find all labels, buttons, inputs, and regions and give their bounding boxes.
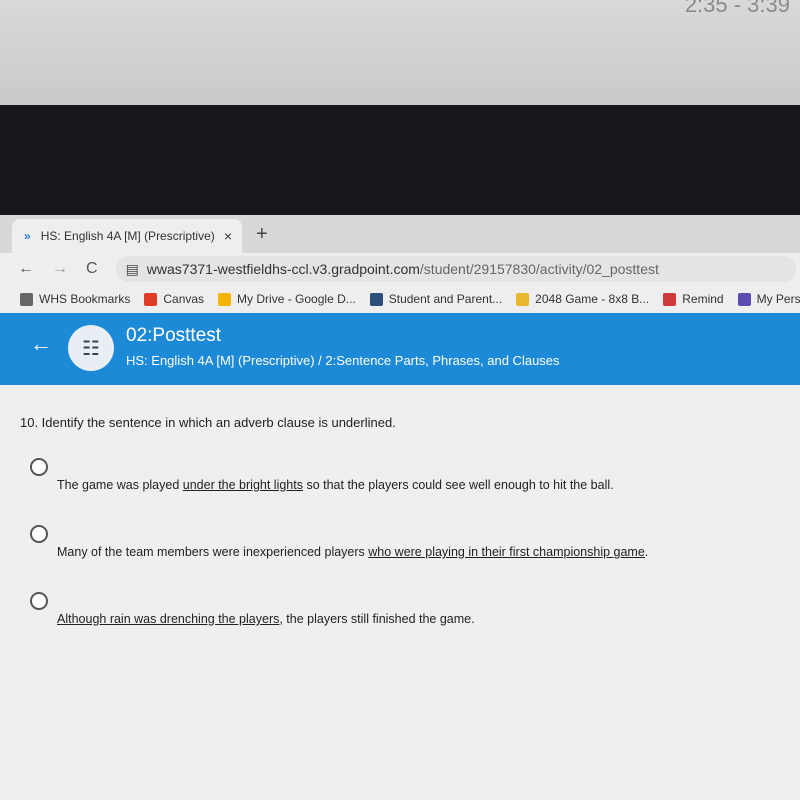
question-area: 10. Identify the sentence in which an ad… xyxy=(0,385,800,800)
underlined-part: who were playing in their first champion… xyxy=(368,545,645,559)
bookmark-item[interactable]: My Drive - Google D... xyxy=(218,291,356,307)
activity-header: ← ☷ 02:Posttest HS: English 4A [M] (Pres… xyxy=(0,313,800,385)
radio-button[interactable] xyxy=(30,592,48,610)
bookmark-label: Student and Parent... xyxy=(388,291,503,306)
bookmark-label: WHS Bookmarks xyxy=(39,291,131,306)
option-text-before: The game was played xyxy=(57,478,183,492)
option-text-before: Many of the team members were inexperien… xyxy=(57,545,369,559)
bookmark-label: My Drive - Google D... xyxy=(237,291,356,306)
breadcrumb: HS: English 4A [M] (Prescriptive) / 2:Se… xyxy=(126,353,560,368)
bookmark-item[interactable]: 2048 Game - 8x8 B... xyxy=(516,291,650,307)
close-tab-icon[interactable]: × xyxy=(224,228,232,244)
remind-icon xyxy=(663,293,677,307)
folder-icon xyxy=(20,293,33,307)
option-text-after: so that the players could see well enoug… xyxy=(302,478,614,492)
option-text: Many of the team members were inexperien… xyxy=(57,545,648,559)
url-input[interactable]: ▤ wwas7371-westfieldhs-ccl.v3.gradpoint.… xyxy=(115,256,796,282)
question-text: 10. Identify the sentence in which an ad… xyxy=(20,415,396,430)
underlined-part: under the bright lights xyxy=(182,478,303,492)
option-text: The game was played under the bright lig… xyxy=(57,478,614,492)
bookmark-item[interactable]: Remind xyxy=(663,291,724,307)
2048-icon xyxy=(516,293,530,307)
bookmark-label: Canvas xyxy=(163,291,205,306)
back-arrow-icon[interactable]: ← xyxy=(30,331,52,357)
address-bar-row: ← → C ▤ wwas7371-westfieldhs-ccl.v3.grad… xyxy=(0,253,800,285)
option-text-after: , the players still finished the game. xyxy=(279,612,475,626)
bookmark-label: 2048 Game - 8x8 B... xyxy=(535,291,650,306)
url-path: /student/29157830/activity/02_posttest xyxy=(419,261,659,277)
bookmark-item[interactable]: Canvas xyxy=(144,291,205,307)
forms-icon xyxy=(737,293,751,307)
new-tab-button[interactable]: + xyxy=(256,223,268,246)
bookmark-item[interactable]: Student and Parent... xyxy=(369,291,503,307)
checklist-icon: ☷ xyxy=(68,325,114,371)
bookmark-item[interactable]: My Persona xyxy=(737,291,800,307)
underlined-part: Although rain was drenching the players xyxy=(57,612,280,626)
paper-note: 2:35 - 3:39 xyxy=(684,0,790,17)
option-text: Although rain was drenching the players,… xyxy=(57,612,475,626)
google-drive-icon xyxy=(218,293,232,307)
radio-button[interactable] xyxy=(30,458,48,476)
sis-icon xyxy=(369,293,383,307)
monitor-bezel xyxy=(0,105,800,217)
bookmark-label: Remind xyxy=(682,291,724,306)
back-icon[interactable]: ← xyxy=(18,260,34,278)
option-text-after: . xyxy=(644,545,649,559)
browser-tab[interactable]: » HS: English 4A [M] (Prescriptive) × xyxy=(12,219,242,253)
browser-window: » HS: English 4A [M] (Prescriptive) × + … xyxy=(0,215,800,800)
bookmark-label: My Persona xyxy=(756,291,800,306)
tab-bar: » HS: English 4A [M] (Prescriptive) × + xyxy=(0,215,800,253)
bookmark-item[interactable]: WHS Bookmarks xyxy=(20,291,131,307)
gradpoint-favicon-icon: » xyxy=(24,229,31,243)
background-paper: 2:35 - 3:39 xyxy=(0,0,800,105)
page-title: 02:Posttest xyxy=(126,325,222,346)
radio-button[interactable] xyxy=(30,525,48,543)
url-host: wwas7371-westfieldhs-ccl.v3.gradpoint.co… xyxy=(146,261,420,277)
reload-icon[interactable]: C xyxy=(86,260,98,278)
page-info-icon[interactable]: ▤ xyxy=(126,261,139,278)
bookmarks-bar: WHS Bookmarks Canvas My Drive - Google D..… xyxy=(0,285,800,313)
tab-title: HS: English 4A [M] (Prescriptive) xyxy=(40,229,215,243)
forward-icon[interactable]: → xyxy=(52,260,68,278)
canvas-icon xyxy=(144,293,158,307)
